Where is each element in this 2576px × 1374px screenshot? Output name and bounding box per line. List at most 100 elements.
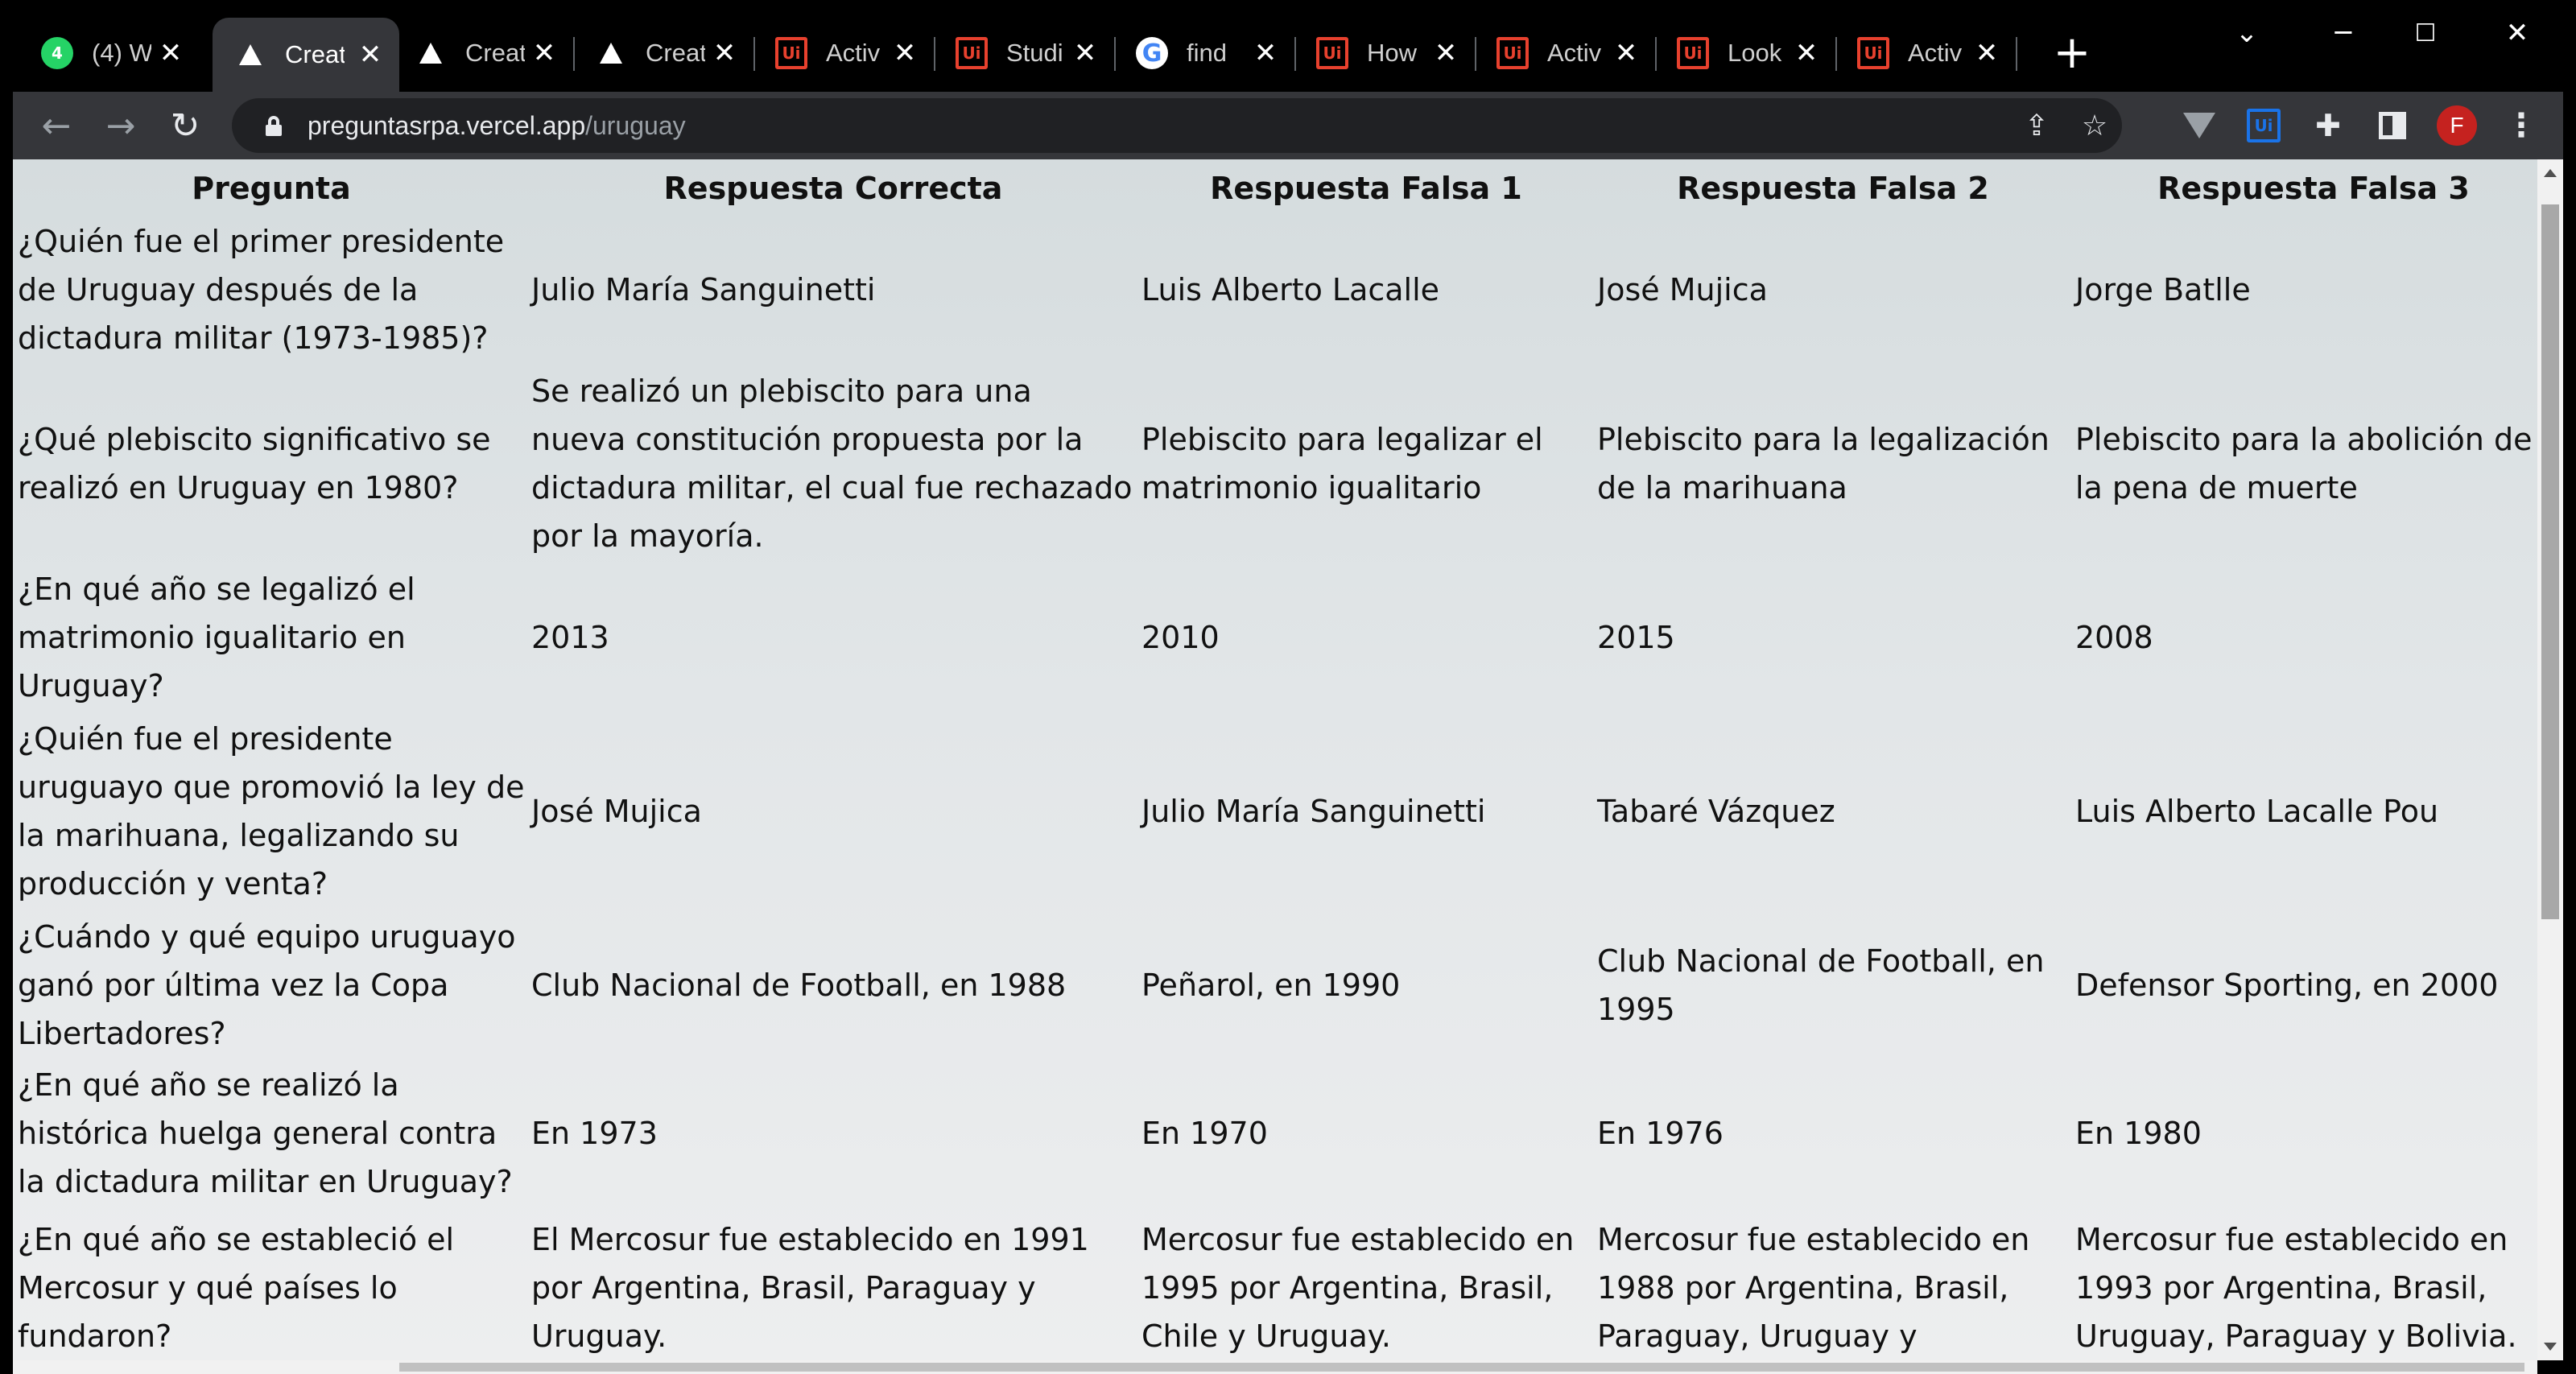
tab-6[interactable]: Gfind ✕: [1114, 21, 1296, 85]
tab-strip: 4 (4) W ✕ Creat ✕ Creat ✕ Creat ✕ Ui Activ ✕ Ui Studi…: [13, 0, 2563, 92]
correct-answer-cell: Se realizó un plebiscito para una nueva …: [531, 373, 1133, 554]
tab-9[interactable]: Ui Look ✕: [1655, 21, 1837, 85]
uipath-icon: Ui: [1496, 36, 1530, 70]
question-cell: ¿Quién fue el presidente uruguayo que pr…: [18, 721, 525, 902]
tab-title: Activ: [826, 39, 881, 67]
close-tab-icon[interactable]: ✕: [356, 39, 385, 71]
uipath-icon: Ui: [955, 36, 989, 70]
table-row: ¿Quién fue el primer presidente de Urugu…: [16, 217, 2537, 362]
question-cell: ¿En qué año se estableció el Mercosur y …: [18, 1222, 455, 1354]
wrong-answer-cell: 2008: [2075, 620, 2153, 655]
question-cell: ¿En qué año se legalizó el matrimonio ig…: [18, 571, 415, 704]
close-tab-icon[interactable]: ✕: [710, 37, 739, 69]
close-tab-icon[interactable]: ✕: [1792, 37, 1821, 69]
question-cell: ¿Cuándo y qué equipo uruguayo ganó por ú…: [18, 919, 516, 1051]
wrong-answer-cell: Defensor Sporting, en 2000: [2075, 968, 2499, 1003]
lock-icon[interactable]: [266, 116, 282, 136]
tab-title: Creat: [285, 40, 345, 68]
minimize-button[interactable]: ─: [2315, 13, 2372, 53]
wrong-answer-cell: Club Nacional de Football, en 1995: [1597, 943, 2045, 1027]
tab-title: Activ: [1908, 39, 1963, 67]
close-tab-icon[interactable]: ✕: [1612, 37, 1641, 69]
tab-title: Creat: [465, 39, 525, 67]
side-panel-icon[interactable]: [2368, 101, 2417, 150]
vercel-icon: [414, 36, 448, 70]
tab-title: (4) W: [92, 39, 151, 67]
whatsapp-icon: 4: [40, 36, 74, 70]
vercel-icon: [233, 38, 267, 72]
column-header: Respuesta Correcta: [663, 171, 1003, 206]
wrong-answer-cell: Mercosur fue establecido en 1988 por Arg…: [1597, 1222, 2030, 1354]
tab-4[interactable]: Ui Activ ✕: [753, 21, 935, 85]
column-header: Respuesta Falsa 3: [2157, 171, 2470, 206]
wrong-answer-cell: José Mujica: [1597, 272, 1768, 307]
horizontal-scroll-thumb[interactable]: [399, 1363, 2524, 1372]
tab-0[interactable]: 4 (4) W ✕: [19, 21, 200, 85]
correct-answer-cell: Club Nacional de Football, en 1988: [531, 968, 1067, 1003]
tab-1[interactable]: Creat ✕: [213, 18, 399, 92]
page-content: Pregunta Respuesta Correcta Respuesta Fals…: [13, 159, 2537, 1360]
back-button[interactable]: ←: [32, 101, 80, 150]
correct-answer-cell: El Mercosur fue establecido en 1991 por …: [531, 1222, 1089, 1354]
tab-8[interactable]: Ui Activ ✕: [1475, 21, 1657, 85]
table-row: ¿Cuándo y qué equipo uruguayo ganó por ú…: [16, 913, 2537, 1058]
window-right-edge: [2563, 92, 2576, 1374]
wrong-answer-cell: Mercosur fue establecido en 1993 por Arg…: [2075, 1222, 2517, 1354]
close-tab-icon[interactable]: ✕: [1251, 37, 1280, 69]
close-tab-icon[interactable]: ✕: [890, 37, 919, 69]
close-tab-icon[interactable]: ✕: [1071, 37, 1100, 69]
scroll-up-arrow-icon[interactable]: [2544, 169, 2557, 177]
bookmark-star-icon[interactable]: ☆: [2075, 106, 2114, 145]
reload-button[interactable]: ↻: [161, 101, 209, 150]
tab-2[interactable]: Creat ✕: [393, 21, 575, 85]
table-header-row: Pregunta Respuesta Correcta Respuesta Fals…: [16, 163, 2537, 214]
maximize-button[interactable]: ☐: [2397, 13, 2454, 53]
profile-avatar[interactable]: F: [2433, 101, 2481, 150]
wrong-answer-cell: 2015: [1597, 620, 1675, 655]
url-path: /uruguay: [585, 111, 686, 140]
column-header: Respuesta Falsa 1: [1210, 171, 1522, 206]
table-row: ¿Quién fue el presidente uruguayo que pr…: [16, 713, 2537, 910]
close-window-button[interactable]: ✕: [2489, 13, 2545, 53]
wrong-answer-cell: En 1980: [2075, 1116, 2202, 1151]
uipath-extension-icon[interactable]: Ui: [2240, 101, 2288, 150]
tab-title: Creat: [646, 39, 705, 67]
scroll-down-arrow-icon[interactable]: [2544, 1343, 2557, 1351]
close-tab-icon[interactable]: ✕: [156, 37, 185, 69]
tab-5[interactable]: Ui Studi ✕: [934, 21, 1116, 85]
forward-button[interactable]: →: [97, 101, 145, 150]
wrong-answer-cell: Julio María Sanguinetti: [1141, 794, 1486, 829]
column-header: Respuesta Falsa 2: [1677, 171, 1989, 206]
close-tab-icon[interactable]: ✕: [1431, 37, 1460, 69]
vue-devtools-extension-icon[interactable]: [2175, 101, 2223, 150]
table-row: ¿En qué año se estableció el Mercosur y …: [16, 1209, 2537, 1360]
uipath-icon: Ui: [1676, 36, 1710, 70]
wrong-answer-cell: Plebiscito para legalizar el matrimonio …: [1141, 422, 1543, 505]
vertical-scroll-thumb[interactable]: [2541, 204, 2559, 919]
close-tab-icon[interactable]: ✕: [1972, 37, 2001, 69]
column-header: Pregunta: [192, 171, 351, 206]
tab-search-chevron-icon[interactable]: ⌄: [2219, 13, 2275, 53]
menu-kebab-icon[interactable]: ⋮: [2497, 101, 2545, 150]
table-row: ¿En qué año se legalizó el matrimonio ig…: [16, 565, 2537, 710]
correct-answer-cell: José Mujica: [531, 794, 702, 829]
tab-10[interactable]: Ui Activ ✕: [1835, 21, 2017, 85]
vercel-icon: [594, 36, 628, 70]
horizontal-scrollbar[interactable]: [13, 1360, 2537, 1374]
close-tab-icon[interactable]: ✕: [530, 37, 559, 69]
tab-3[interactable]: Creat ✕: [573, 21, 755, 85]
google-icon: G: [1135, 36, 1169, 70]
new-tab-button[interactable]: +: [2050, 31, 2095, 76]
uipath-icon: Ui: [1315, 36, 1349, 70]
url-text[interactable]: preguntasrpa.vercel.app/uruguay: [308, 98, 686, 153]
tab-7[interactable]: Ui How ✕: [1294, 21, 1476, 85]
share-icon[interactable]: ⇪: [2017, 106, 2056, 145]
address-bar[interactable]: preguntasrpa.vercel.app/uruguay ⇪ ☆: [232, 98, 2122, 153]
wrong-answer-cell: 2010: [1141, 620, 1220, 655]
uipath-icon: Ui: [1856, 36, 1890, 70]
questions-table: Pregunta Respuesta Correcta Respuesta Fals…: [13, 159, 2537, 1360]
window-left-edge: [0, 92, 13, 1374]
vertical-scrollbar[interactable]: [2537, 159, 2563, 1360]
table-row: ¿Qué plebiscito significativo se realizó…: [16, 365, 2537, 562]
extensions-puzzle-icon[interactable]: ✚: [2304, 101, 2352, 150]
